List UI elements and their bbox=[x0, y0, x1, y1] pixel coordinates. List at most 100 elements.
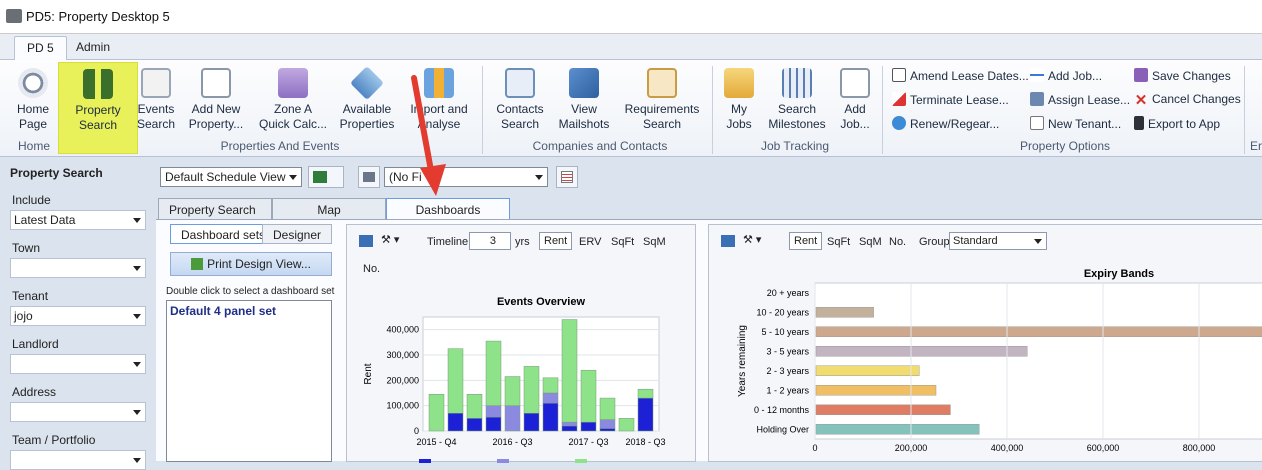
tab-admin[interactable]: Admin bbox=[64, 36, 122, 60]
landlord-select[interactable] bbox=[10, 354, 146, 374]
assign-icon bbox=[1030, 92, 1044, 106]
add-job-small-button[interactable]: Add Job... bbox=[1030, 68, 1102, 83]
available-properties-button[interactable]: Available Properties bbox=[338, 66, 396, 132]
tab-map[interactable]: Map bbox=[272, 198, 386, 220]
home-page-button[interactable]: Home Page bbox=[10, 68, 56, 132]
bar-segment bbox=[523, 413, 540, 432]
terminate-lease-button[interactable]: Terminate Lease... bbox=[892, 92, 1009, 107]
include-value: Latest Data bbox=[14, 213, 76, 227]
y-tick-label: 1 - 2 years bbox=[766, 385, 809, 395]
calendar-clock-icon bbox=[141, 68, 171, 98]
assign-lease-label: Assign Lease... bbox=[1048, 93, 1131, 107]
grid-calendar-icon bbox=[782, 68, 812, 98]
folder-icon bbox=[724, 68, 754, 98]
x-tick-label: 800,000 bbox=[1183, 443, 1216, 453]
excel-icon bbox=[313, 171, 327, 183]
y-axis-label: Rent bbox=[363, 363, 374, 384]
add-document-icon bbox=[201, 68, 231, 98]
tab-designer[interactable]: Designer bbox=[262, 224, 333, 244]
my-jobs-label2: Jobs bbox=[726, 117, 752, 131]
save-icon bbox=[1134, 68, 1148, 82]
view-mailshots-label2: Mailshots bbox=[558, 117, 610, 131]
chart-title: Events Overview bbox=[497, 296, 585, 308]
legend-swatch bbox=[497, 459, 509, 463]
zone-a-calc-button[interactable]: Zone A Quick Calc... bbox=[256, 68, 330, 132]
tab-property-search[interactable]: Property Search bbox=[158, 198, 272, 220]
bar bbox=[815, 424, 980, 435]
new-tenant-icon bbox=[1030, 116, 1044, 130]
tag-icon bbox=[350, 66, 384, 100]
zone-a-label1: Zone A bbox=[273, 102, 313, 116]
add-job-label1: Add bbox=[844, 102, 866, 116]
ribbon-separator bbox=[482, 66, 483, 154]
y-tick-label: 400,000 bbox=[386, 325, 419, 335]
y-tick-label: 100,000 bbox=[386, 401, 419, 411]
add-new-property-button[interactable]: Add New Property... bbox=[186, 68, 246, 132]
search-milestones-button[interactable]: Search Milestones bbox=[766, 68, 828, 132]
bar-segment bbox=[504, 376, 521, 406]
amend-lease-dates-button[interactable]: Amend Lease Dates... bbox=[892, 68, 1029, 83]
include-select[interactable]: Latest Data bbox=[10, 210, 146, 230]
team-portfolio-select[interactable] bbox=[10, 450, 146, 470]
include-label: Include bbox=[12, 193, 51, 207]
add-job-small-label: Add Job... bbox=[1048, 69, 1103, 83]
add-job-button[interactable]: Add Job... bbox=[838, 68, 872, 132]
add-new-property-label2: Property... bbox=[188, 117, 244, 131]
contacts-search-label2: Search bbox=[500, 117, 540, 131]
y-axis-label: Years remaining bbox=[737, 325, 748, 397]
chevron-down-icon bbox=[289, 175, 297, 180]
assign-lease-button[interactable]: Assign Lease... bbox=[1030, 92, 1130, 107]
dashboard-set-list[interactable]: Default 4 panel set bbox=[166, 300, 332, 462]
save-changes-button[interactable]: Save Changes bbox=[1134, 68, 1231, 83]
requirements-search-button[interactable]: Requirements Search bbox=[622, 68, 702, 132]
print-button[interactable] bbox=[358, 166, 380, 188]
chevron-down-icon bbox=[133, 362, 141, 367]
contacts-search-button[interactable]: Contacts Search bbox=[492, 68, 548, 132]
bar-segment bbox=[599, 419, 616, 429]
property-search-label1: Property bbox=[75, 103, 121, 117]
bar-segment bbox=[542, 392, 559, 404]
tab-dashboard-sets[interactable]: Dashboard sets bbox=[170, 224, 277, 244]
filter-list-button[interactable] bbox=[556, 166, 578, 188]
bar bbox=[815, 385, 937, 396]
mail-icon bbox=[569, 68, 599, 98]
group-label-truncated: Er bbox=[1250, 139, 1262, 153]
property-search-button[interactable]: Property Search bbox=[58, 62, 138, 154]
my-jobs-button[interactable]: My Jobs bbox=[722, 68, 756, 132]
calendar-31-icon bbox=[892, 68, 906, 82]
legend-swatch bbox=[419, 459, 431, 463]
export-excel-button[interactable] bbox=[308, 166, 344, 188]
bar-segment bbox=[542, 402, 559, 432]
view-mailshots-button[interactable]: View Mailshots bbox=[556, 68, 612, 132]
cancel-changes-button[interactable]: ✕ Cancel Changes bbox=[1134, 92, 1241, 108]
schedule-view-select[interactable]: Default Schedule View bbox=[160, 167, 302, 187]
add-job-icon bbox=[840, 68, 870, 98]
group-label-companies-contacts: Companies and Contacts bbox=[532, 139, 668, 153]
export-to-app-button[interactable]: Export to App bbox=[1134, 116, 1220, 131]
chevron-down-icon bbox=[133, 266, 141, 271]
list-item[interactable]: Default 4 panel set bbox=[170, 304, 276, 318]
phone-icon bbox=[1134, 116, 1144, 130]
town-select[interactable] bbox=[10, 258, 146, 278]
home-page-label2: Page bbox=[18, 117, 48, 131]
bar-segment bbox=[447, 413, 464, 432]
cancel-changes-label: Cancel Changes bbox=[1152, 92, 1241, 106]
add-new-property-label1: Add New bbox=[191, 102, 241, 116]
save-changes-label: Save Changes bbox=[1152, 69, 1231, 83]
events-search-button[interactable]: Events Search bbox=[134, 68, 178, 132]
events-overview-panel: ⚒ ▾ Timeline 3 yrs Rent ERV SqFt SqM No.… bbox=[346, 224, 696, 463]
new-tenant-button[interactable]: New Tenant... bbox=[1030, 116, 1121, 131]
address-select[interactable] bbox=[10, 402, 146, 422]
ribbon-separator bbox=[1244, 66, 1245, 154]
renew-regear-button[interactable]: Renew/Regear... bbox=[892, 116, 999, 131]
ribbon-tab-row: PD 5 Admin bbox=[0, 34, 1262, 60]
tenant-select[interactable]: jojo bbox=[10, 306, 146, 326]
y-tick-label: 0 - 12 months bbox=[754, 405, 810, 415]
group-label-home: Home bbox=[18, 139, 51, 153]
bar-segment bbox=[485, 405, 502, 418]
bar-segment bbox=[485, 416, 502, 432]
tab-pd5[interactable]: PD 5 bbox=[14, 36, 67, 60]
bar-segment bbox=[504, 405, 521, 432]
print-design-view-button[interactable]: Print Design View... bbox=[170, 252, 332, 276]
requirements-search-label1: Requirements bbox=[624, 102, 700, 116]
